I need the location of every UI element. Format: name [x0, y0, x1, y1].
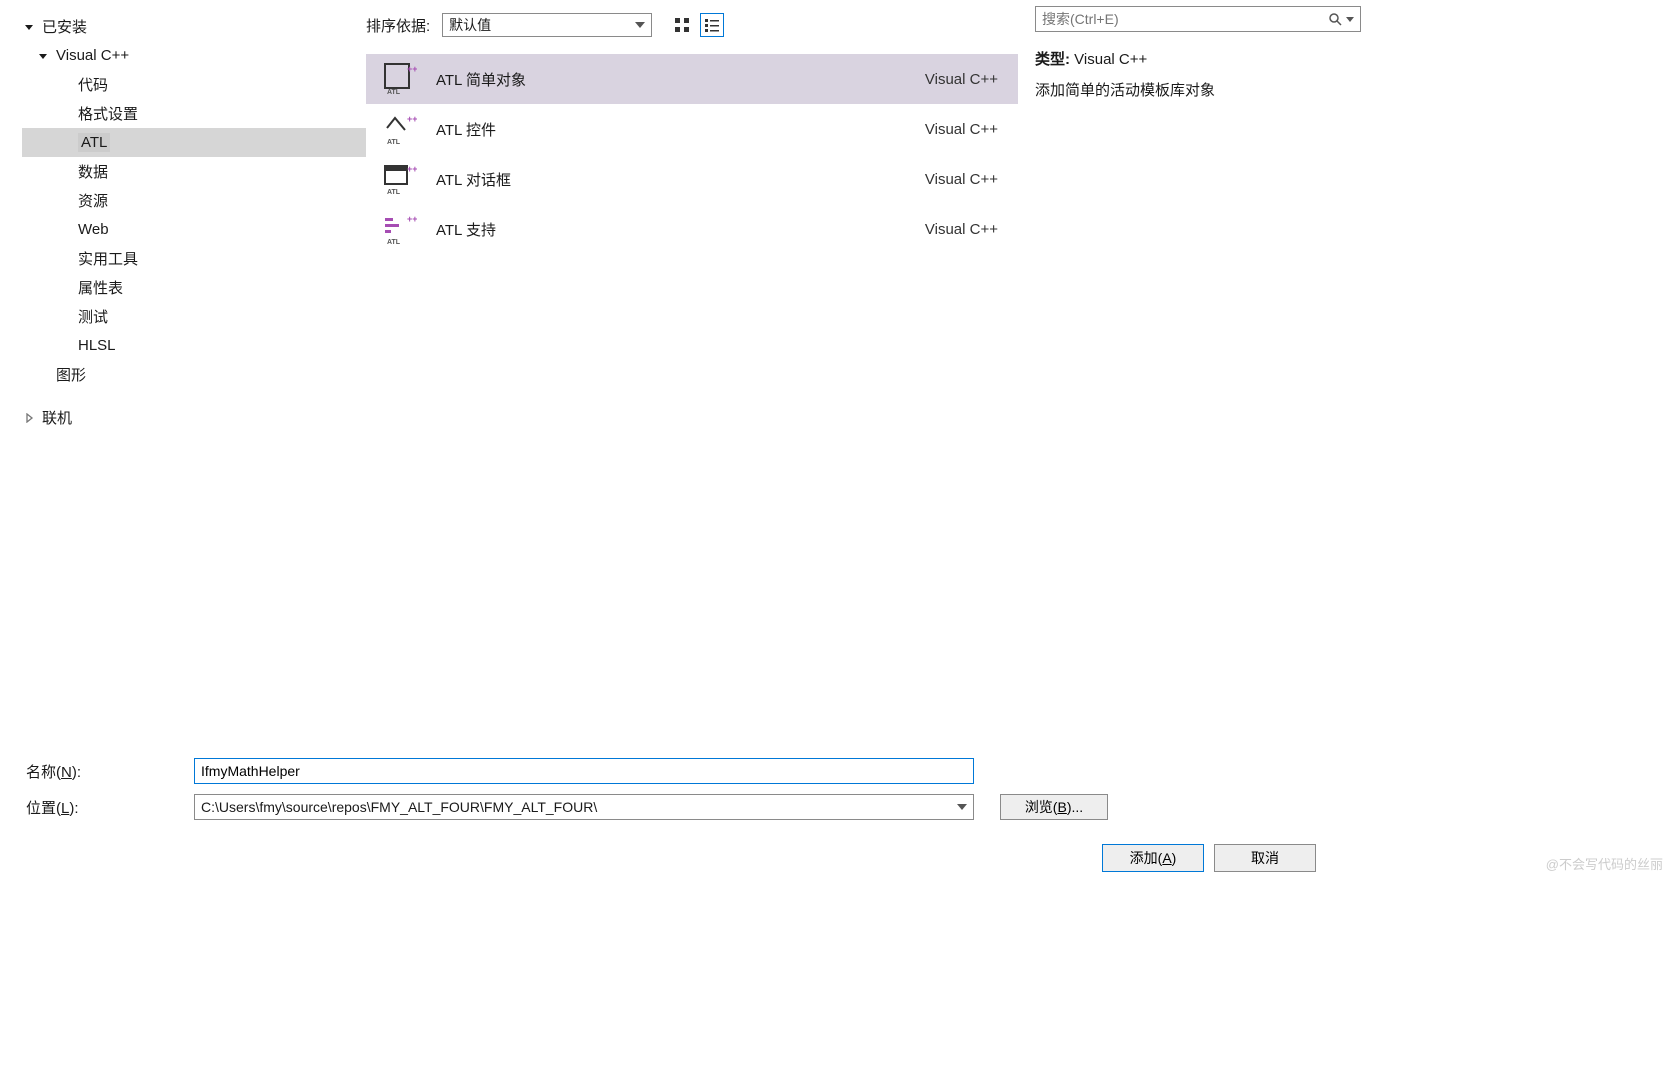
- chevron-down-icon: [36, 49, 50, 63]
- svg-text:ATL: ATL: [387, 239, 401, 246]
- tree-item-data[interactable]: 数据: [22, 157, 366, 186]
- search-input[interactable]: [1042, 11, 1328, 27]
- view-mode-buttons: [670, 13, 724, 37]
- template-lang: Visual C++: [925, 71, 998, 88]
- view-grid-button[interactable]: [670, 13, 694, 37]
- type-value: Visual C++: [1074, 51, 1147, 68]
- svg-text:++: ++: [407, 164, 417, 174]
- template-lang: Visual C++: [925, 121, 998, 138]
- template-name: ATL 支持: [436, 219, 925, 240]
- name-row: 名称(N):: [26, 758, 1336, 784]
- template-lang: Visual C++: [925, 221, 998, 238]
- sort-combo[interactable]: 默认值: [442, 13, 652, 37]
- description: 添加简单的活动模板库对象: [1035, 79, 1356, 100]
- tree-item-formatting[interactable]: 格式设置: [22, 99, 366, 128]
- tree-item-web[interactable]: Web: [22, 215, 366, 244]
- location-label: 位置(L):: [26, 797, 186, 818]
- chevron-down-icon: [22, 20, 36, 34]
- chevron-down-icon[interactable]: [1346, 17, 1354, 22]
- type-line: 类型: Visual C++: [1035, 48, 1356, 69]
- watermark: @不会写代码的丝丽: [1546, 854, 1663, 873]
- tree-item-atl[interactable]: ATL: [22, 128, 366, 157]
- view-list-button[interactable]: [700, 13, 724, 37]
- tree-item-utility[interactable]: 实用工具: [22, 244, 366, 273]
- tree-label: 已安装: [42, 16, 87, 37]
- atl-control-icon: ++ ATL: [382, 111, 418, 147]
- template-list: ++ ATL ATL 简单对象 Visual C++ ++ ATL ATL 控件 V…: [366, 54, 1018, 254]
- template-atl-control[interactable]: ++ ATL ATL 控件 Visual C++: [366, 104, 1018, 154]
- template-name: ATL 控件: [436, 119, 925, 140]
- search-box[interactable]: [1035, 6, 1361, 32]
- template-atl-dialog[interactable]: ++ ATL ATL 对话框 Visual C++: [366, 154, 1018, 204]
- type-label: 类型:: [1035, 51, 1070, 68]
- svg-text:++: ++: [407, 214, 417, 224]
- center-header: 排序依据: 默认值: [366, 0, 1018, 40]
- svg-text:++: ++: [407, 64, 417, 74]
- atl-object-icon: ++ ATL: [382, 61, 418, 97]
- browse-button[interactable]: 浏览(B)...: [1000, 794, 1108, 820]
- details-pane: 类型: Visual C++ 添加简单的活动模板库对象: [1018, 0, 1356, 746]
- template-lang: Visual C++: [925, 171, 998, 188]
- svg-text:ATL: ATL: [387, 89, 401, 96]
- chevron-down-icon: [635, 22, 645, 28]
- svg-text:ATL: ATL: [387, 189, 401, 196]
- svg-text:++: ++: [407, 114, 417, 124]
- dialog-main: 已安装 Visual C++ 代码 格式设置 ATL 数据 资源 Web 实用工…: [6, 0, 1356, 746]
- atl-support-icon: ++ ATL: [382, 211, 418, 247]
- tree-item-propertysheet[interactable]: 属性表: [22, 273, 366, 302]
- template-atl-support[interactable]: ++ ATL ATL 支持 Visual C++: [366, 204, 1018, 254]
- atl-dialog-icon: ++ ATL: [382, 161, 418, 197]
- add-button[interactable]: 添加(A): [1102, 844, 1204, 872]
- chevron-down-icon: [957, 804, 967, 810]
- tree-item-resource[interactable]: 资源: [22, 186, 366, 215]
- category-tree: 已安装 Visual C++ 代码 格式设置 ATL 数据 资源 Web 实用工…: [6, 0, 366, 746]
- template-atl-simple-object[interactable]: ++ ATL ATL 简单对象 Visual C++: [366, 54, 1018, 104]
- tree-item-hlsl[interactable]: HLSL: [22, 331, 366, 360]
- tree-item-code[interactable]: 代码: [22, 70, 366, 99]
- tree-item-graphics[interactable]: 图形: [22, 360, 366, 389]
- sort-value: 默认值: [449, 15, 491, 35]
- template-name: ATL 简单对象: [436, 69, 925, 90]
- location-value: C:\Users\fmy\source\repos\FMY_ALT_FOUR\F…: [201, 799, 597, 815]
- tree-label: Visual C++: [56, 47, 129, 64]
- bottom-form: 名称(N): 位置(L): C:\Users\fmy\source\repos\…: [6, 746, 1356, 880]
- svg-text:ATL: ATL: [387, 139, 401, 146]
- chevron-right-icon: [22, 411, 36, 425]
- tree-installed[interactable]: 已安装: [22, 12, 366, 41]
- tree-visual-cpp[interactable]: Visual C++: [22, 41, 366, 70]
- name-label: 名称(N):: [26, 761, 186, 782]
- name-input[interactable]: [194, 758, 974, 784]
- tree-item-test[interactable]: 测试: [22, 302, 366, 331]
- tree-label: 联机: [42, 407, 72, 428]
- center-pane: 排序依据: 默认值: [366, 0, 1018, 746]
- dialog-buttons: 添加(A) 取消: [26, 844, 1336, 872]
- location-combo[interactable]: C:\Users\fmy\source\repos\FMY_ALT_FOUR\F…: [194, 794, 974, 820]
- cancel-button[interactable]: 取消: [1214, 844, 1316, 872]
- location-row: 位置(L): C:\Users\fmy\source\repos\FMY_ALT…: [26, 794, 1336, 820]
- tree-online[interactable]: 联机: [22, 403, 366, 432]
- sort-label: 排序依据:: [366, 15, 430, 36]
- add-new-item-dialog: 已安装 Visual C++ 代码 格式设置 ATL 数据 资源 Web 实用工…: [6, 0, 1356, 880]
- search-icon: [1328, 12, 1342, 26]
- template-name: ATL 对话框: [436, 169, 925, 190]
